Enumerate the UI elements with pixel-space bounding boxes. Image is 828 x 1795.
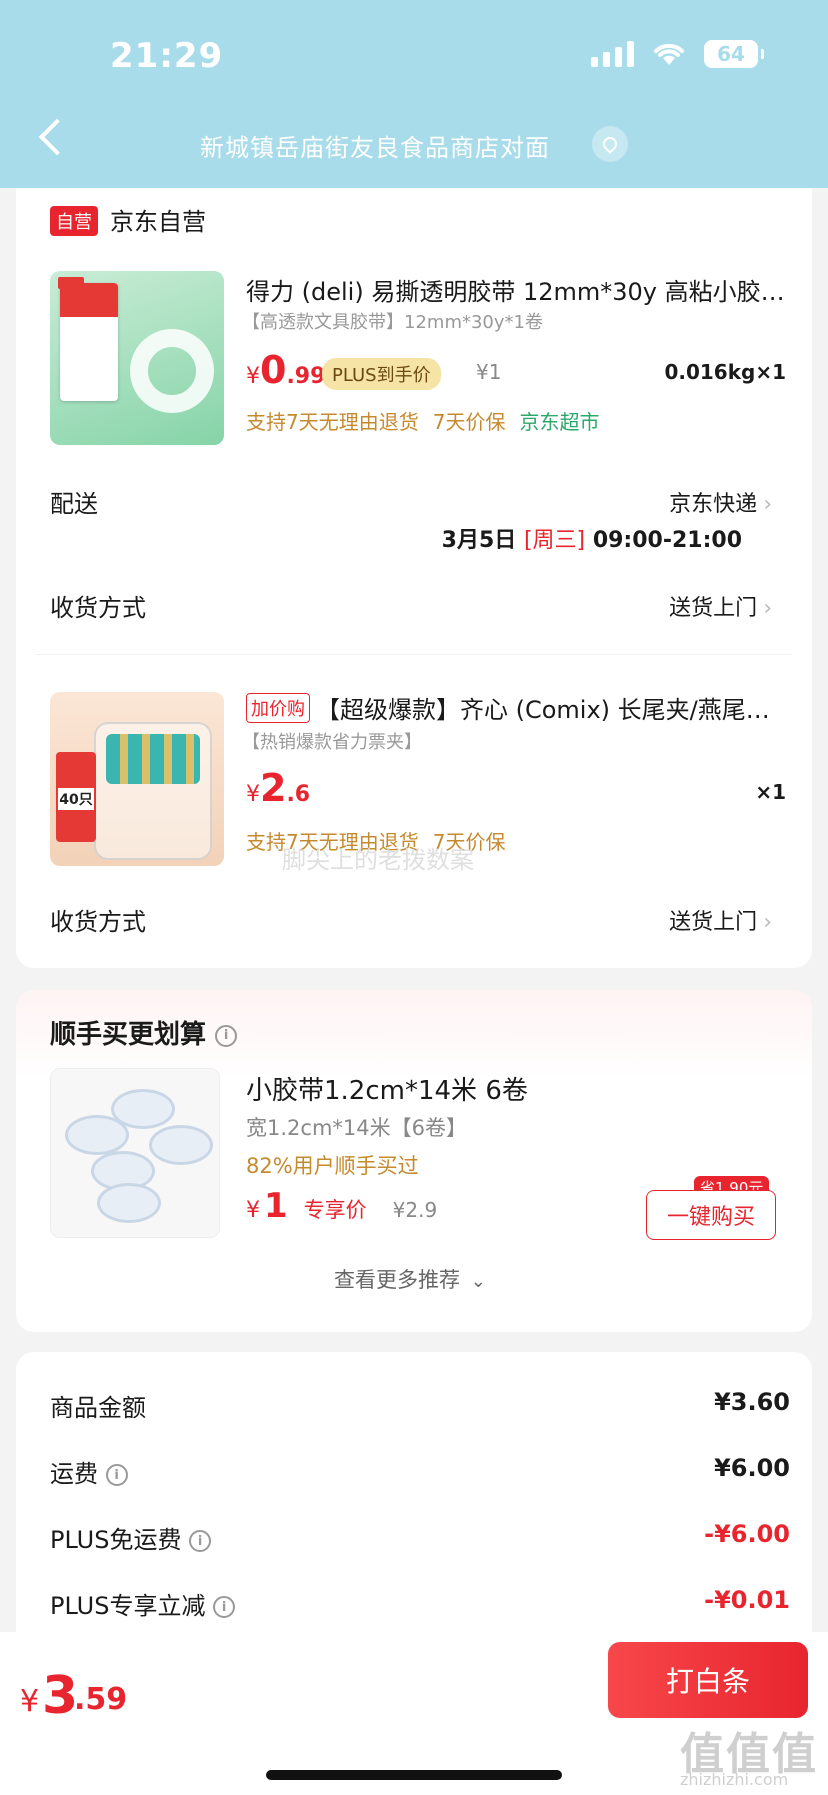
receive-method-1[interactable]: 送货上门 › xyxy=(669,590,772,622)
item1-services: 支持7天无理由退货 7天价保 京东超市 xyxy=(246,410,600,434)
total-int: 3 xyxy=(42,1666,79,1726)
item2-title[interactable]: 【超级爆款】齐心 (Comix) 长尾夹/燕尾… xyxy=(316,690,786,725)
recommend-image[interactable] xyxy=(50,1068,220,1238)
address-title[interactable]: 新城镇岳庙街友良食品商店对面 xyxy=(200,128,550,163)
summary-row: 商品金额 ¥3.60 xyxy=(50,1388,790,1422)
info-icon[interactable]: i xyxy=(105,1464,128,1486)
item2-qty: ×1 xyxy=(755,780,786,804)
one-click-buy-button[interactable]: 一键购买 xyxy=(646,1190,776,1240)
chevron-down-icon: ⌄ xyxy=(470,1271,486,1292)
item2-spec: 【热销爆款省力票夹】 xyxy=(242,732,422,753)
total-currency: ¥ xyxy=(20,1684,40,1719)
delivery-method[interactable]: 京东快递 › xyxy=(669,486,772,518)
plus-price-badge: PLUS到手价 xyxy=(322,358,441,390)
item1-title[interactable]: 得力 (deli) 易撕透明胶带 12mm*30y 高粘小胶… xyxy=(246,272,786,307)
recommend-card: 顺手买更划算 i 小胶带1.2cm*14米 6卷 宽1.2cm*14米【6卷】 … xyxy=(16,990,812,1332)
battery-icon: 64 xyxy=(704,40,764,68)
recommend-title[interactable]: 小胶带1.2cm*14米 6卷 xyxy=(246,1070,528,1107)
summary-row: 运费 i ¥6.00 xyxy=(50,1454,790,1488)
receive-method-2[interactable]: 送货上门 › xyxy=(669,904,772,936)
item1-orig-price: ¥1 xyxy=(476,360,502,384)
item1-image[interactable] xyxy=(50,271,224,445)
summary-row: PLUS专享立减 i -¥0.01 xyxy=(50,1586,790,1620)
signal-icon xyxy=(591,41,634,67)
header: 21:29 64 新城镇岳庙街友良食品商店对面 xyxy=(0,0,828,188)
item1-spec: 【高透款文具胶带】12mm*30y*1卷 xyxy=(242,312,543,333)
back-icon[interactable] xyxy=(38,118,76,156)
delivery-label: 配送 xyxy=(50,490,98,518)
add-on-badge: 加价购 xyxy=(246,692,310,723)
info-icon[interactable]: i xyxy=(189,1530,212,1552)
wifi-icon xyxy=(654,43,684,65)
item2-image[interactable]: 40只 xyxy=(50,692,224,866)
status-icons: 64 xyxy=(591,40,764,68)
pay-button[interactable]: 打白条 xyxy=(608,1642,808,1718)
site-watermark-url: zhizhizhi.com xyxy=(680,1770,789,1789)
receive-label-2: 收货方式 xyxy=(50,908,146,936)
item1-weight-qty: 0.016kg×1 xyxy=(664,360,786,384)
recommend-section-title: 顺手买更划算 i xyxy=(50,1014,238,1051)
store-badge: 自营 xyxy=(50,206,98,236)
recommend-spec: 宽1.2cm*14米【6卷】 xyxy=(246,1116,467,1140)
divider xyxy=(36,654,792,655)
image-watermark: 脚尖上的老拨数案 xyxy=(282,846,474,874)
receive-label-1: 收货方式 xyxy=(50,594,146,622)
info-icon[interactable]: i xyxy=(215,1024,238,1047)
more-recommend-link[interactable]: 查看更多推荐 ⌄ xyxy=(334,1264,486,1294)
item2-title-row[interactable]: 加价购 【超级爆款】齐心 (Comix) 长尾夹/燕尾… xyxy=(246,690,786,725)
total-dec: .59 xyxy=(74,1682,128,1717)
home-indicator[interactable] xyxy=(266,1770,562,1780)
summary-row: PLUS免运费 i -¥6.00 xyxy=(50,1520,790,1554)
item2-price: ¥ 2 .6 xyxy=(246,766,311,810)
status-time: 21:29 xyxy=(110,36,224,76)
item1-price: ¥ 0 .99 xyxy=(246,348,326,392)
checkout-bar: ¥ 3 .59 打白条 值值值 zhizhizhi.com xyxy=(0,1632,828,1795)
recommend-price: ¥ 1 专享价 ¥2.9 xyxy=(246,1186,438,1226)
recommend-social-proof: 82%用户顺手买过 xyxy=(246,1154,419,1178)
delivery-time[interactable]: 3月5日 [周三] 09:00-21:00 xyxy=(442,522,742,554)
store-name: 京东自营 xyxy=(110,208,206,236)
info-icon[interactable]: i xyxy=(213,1596,236,1618)
location-icon[interactable] xyxy=(592,126,628,162)
